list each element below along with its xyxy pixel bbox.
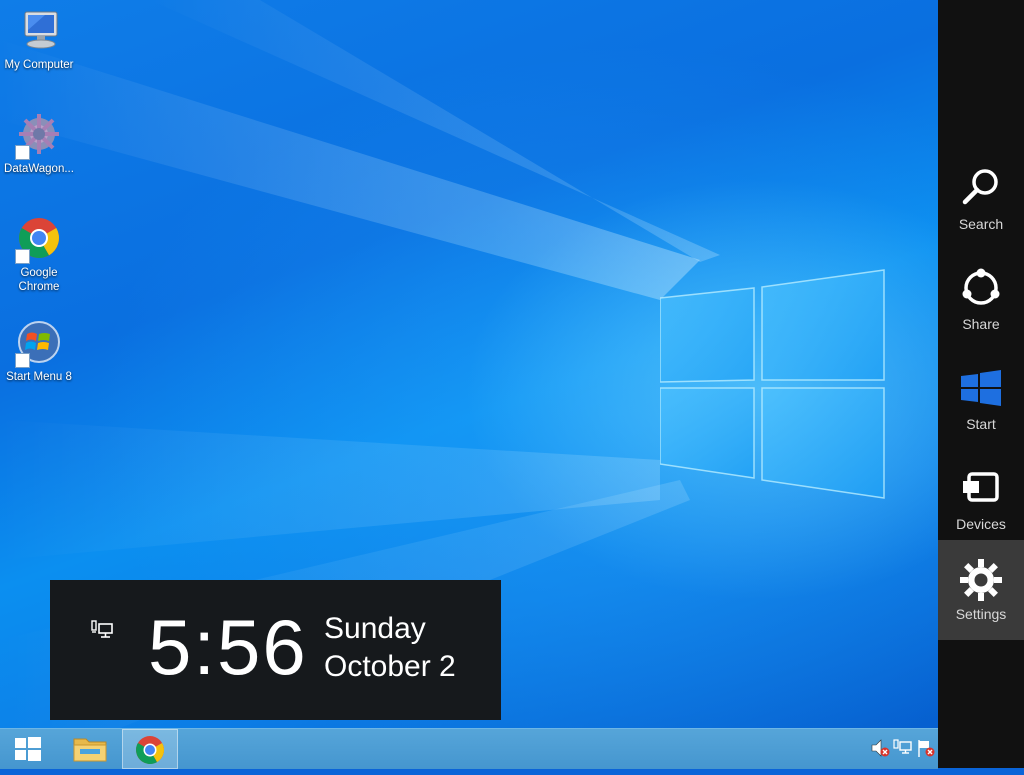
windows-logo-icon [961, 370, 1001, 406]
folder-icon [73, 738, 107, 762]
windows-logo-icon [15, 737, 41, 761]
desktop-icon-label: Google Chrome [18, 267, 60, 293]
search-icon [962, 169, 998, 205]
clock-date: October 2 [324, 650, 456, 683]
action-center-flag-icon[interactable] [916, 737, 936, 759]
clock-flyout: 5:56 Sunday October 2 [50, 580, 501, 720]
network-icon [91, 620, 113, 638]
clock-time: 5:56 [148, 603, 308, 691]
charm-devices[interactable]: Devices [938, 450, 1024, 550]
gear-icon [960, 559, 1002, 601]
charms-bar: Search Share Start Devices Settings [938, 0, 1024, 768]
desktop-icon-label: Start Menu 8 [6, 371, 72, 383]
chrome-icon [15, 216, 63, 264]
charm-search[interactable]: Search [938, 150, 1024, 250]
shortcut-arrow-icon [15, 353, 30, 368]
charm-share[interactable]: Share [938, 250, 1024, 350]
windows-orb-icon [15, 320, 63, 368]
desktop-icon-label: DataWagon... [4, 163, 74, 175]
charm-start[interactable]: Start [938, 350, 1024, 450]
computer-icon [15, 8, 63, 56]
charm-label: Devices [956, 516, 1006, 532]
clock-day: Sunday [324, 612, 426, 645]
system-tray [868, 737, 938, 761]
desktop-icon-datawagon[interactable]: DataWagon... [0, 112, 78, 176]
devices-icon [963, 472, 999, 502]
desktop-icon-google-chrome[interactable]: Google Chrome [0, 216, 78, 294]
start-button[interactable] [0, 729, 56, 769]
shortcut-arrow-icon [15, 145, 30, 160]
charm-label: Share [962, 316, 1000, 332]
taskbar-file-explorer[interactable] [62, 729, 118, 769]
windows-wallpaper-logo [660, 269, 885, 499]
desktop-icon-my-computer[interactable]: My Computer [0, 8, 78, 72]
charm-label: Start [966, 416, 996, 432]
chrome-icon [136, 736, 164, 764]
desktop-icon-label: My Computer [4, 59, 74, 71]
volume-muted-icon[interactable] [870, 737, 890, 759]
charm-settings[interactable]: Settings [938, 540, 1024, 640]
network-icon[interactable] [893, 737, 913, 759]
shortcut-arrow-icon [15, 249, 30, 264]
datawagon-icon [15, 112, 63, 160]
taskbar-google-chrome[interactable] [122, 729, 178, 769]
charm-label: Search [958, 216, 1004, 232]
desktop-icon-start-menu-8[interactable]: Start Menu 8 [0, 320, 78, 384]
charm-label: Settings [955, 606, 1007, 622]
taskbar [0, 728, 938, 769]
share-icon [962, 268, 1000, 305]
